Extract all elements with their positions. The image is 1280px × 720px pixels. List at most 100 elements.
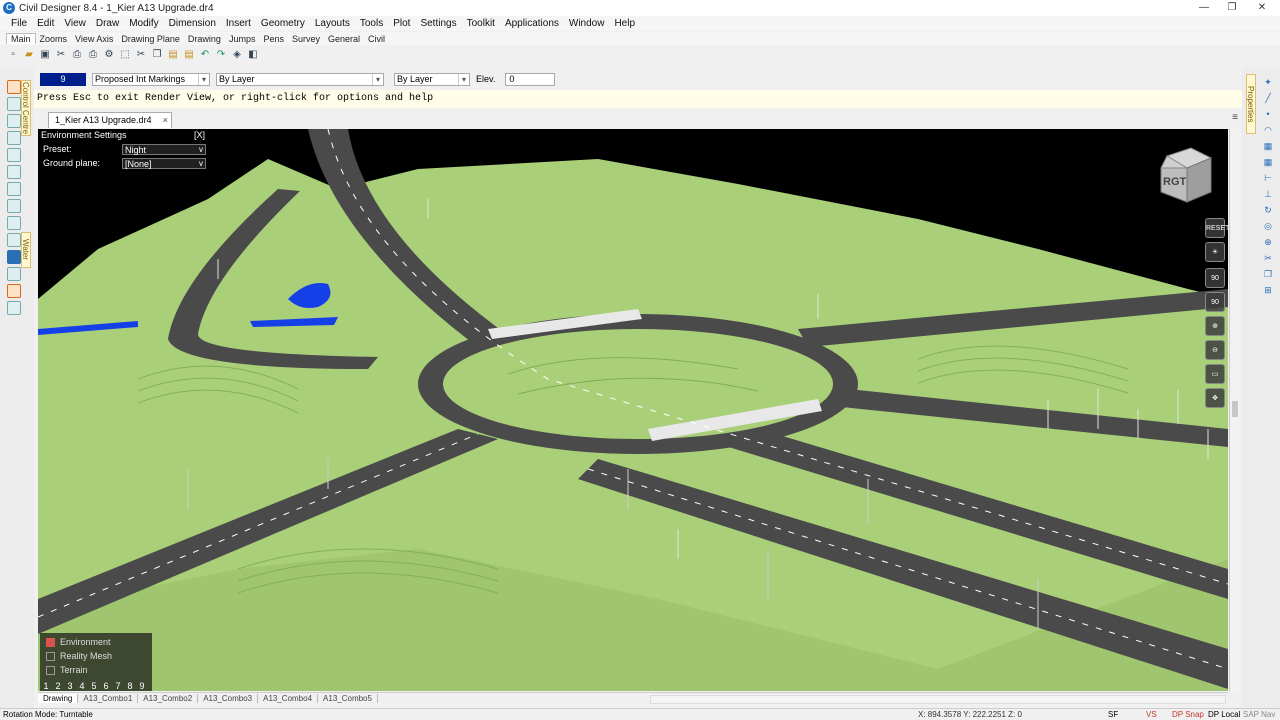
- menu-edit[interactable]: Edit: [32, 18, 59, 29]
- control-centre-tab[interactable]: Control Centre: [21, 80, 31, 136]
- tab-general[interactable]: General: [324, 34, 364, 44]
- grid-icon-2[interactable]: ▦: [1262, 156, 1274, 168]
- preset-select[interactable]: Night v: [122, 144, 206, 155]
- tool-teal-icon-4[interactable]: [7, 148, 21, 162]
- layer-terrain[interactable]: Terrain: [46, 665, 88, 677]
- menu-layouts[interactable]: Layouts: [310, 18, 355, 29]
- measure-icon[interactable]: ⊢: [1262, 172, 1274, 184]
- open-folder-icon[interactable]: ▰: [22, 48, 36, 62]
- menu-window[interactable]: Window: [564, 18, 610, 29]
- tool-teal-icon-5[interactable]: [7, 165, 21, 179]
- sun-icon[interactable]: ☀: [1205, 242, 1225, 262]
- layer-number-field[interactable]: 9: [40, 72, 86, 86]
- checkbox[interactable]: [46, 666, 55, 676]
- sheet-tab-combo1[interactable]: A13_Combo1: [78, 694, 139, 703]
- tool-teal-icon-6[interactable]: [7, 182, 21, 196]
- minimize-button[interactable]: —: [1190, 0, 1218, 16]
- tab-pens[interactable]: Pens: [259, 34, 288, 44]
- layer-reality-mesh[interactable]: Reality Mesh: [46, 651, 112, 663]
- circle-icon[interactable]: ◎: [1262, 220, 1274, 232]
- copy-icon[interactable]: ❐: [1262, 268, 1274, 280]
- tab-zooms[interactable]: Zooms: [36, 34, 72, 44]
- sheet-tab-combo2[interactable]: A13_Combo2: [138, 694, 199, 703]
- target-icon[interactable]: ⊕: [1262, 236, 1274, 248]
- status-sap-nav[interactable]: SAP Nav: [1243, 710, 1275, 719]
- properties-icon[interactable]: ◧: [246, 48, 260, 62]
- print-icon[interactable]: ⎙: [86, 48, 100, 62]
- snap-icon[interactable]: ✦: [1262, 76, 1274, 88]
- horizontal-scrollbar[interactable]: [650, 695, 1226, 704]
- tab-drawing-plane[interactable]: Drawing Plane: [117, 34, 184, 44]
- tool-teal-icon-10[interactable]: [7, 267, 21, 281]
- sheet-tab-drawing[interactable]: Drawing: [38, 694, 79, 703]
- elev-input[interactable]: 0: [505, 72, 556, 86]
- line-icon[interactable]: ╱: [1262, 92, 1274, 104]
- paste-icon[interactable]: ▤: [166, 48, 180, 62]
- menu-view[interactable]: View: [59, 18, 91, 29]
- menu-settings[interactable]: Settings: [415, 18, 461, 29]
- tool-orange-icon-2[interactable]: [7, 284, 21, 298]
- layer-environment[interactable]: Environment: [46, 637, 111, 649]
- grid-icon[interactable]: ▦: [1262, 140, 1274, 152]
- sheet-tab-combo5[interactable]: A13_Combo5: [318, 694, 378, 703]
- tool-teal-icon-2[interactable]: [7, 114, 21, 128]
- tab-civil[interactable]: Civil: [364, 34, 389, 44]
- new-file-icon[interactable]: ▫: [6, 48, 20, 62]
- page-1[interactable]: 1: [40, 681, 52, 691]
- page-7[interactable]: 7: [112, 681, 124, 691]
- page-2[interactable]: 2: [52, 681, 64, 691]
- environment-panel-close[interactable]: [X]: [194, 130, 205, 140]
- tool-teal-icon-9[interactable]: [7, 233, 21, 247]
- maximize-button[interactable]: ❐: [1218, 0, 1246, 16]
- pan-icon[interactable]: ▭: [1205, 364, 1225, 384]
- layer-select[interactable]: Proposed Int Markings ▾: [92, 72, 210, 86]
- reset-view-button[interactable]: RESET: [1205, 218, 1229, 238]
- layers-icon[interactable]: ◈: [230, 48, 244, 62]
- save-icon[interactable]: ▣: [38, 48, 52, 62]
- menu-toolkit[interactable]: Toolkit: [462, 18, 500, 29]
- offset-icon[interactable]: ⊥: [1262, 188, 1274, 200]
- menu-draw[interactable]: Draw: [91, 18, 124, 29]
- menu-modify[interactable]: Modify: [124, 18, 163, 29]
- page-8[interactable]: 8: [124, 681, 136, 691]
- redo-icon[interactable]: ↷: [214, 48, 228, 62]
- tool-teal-icon-11[interactable]: [7, 301, 21, 315]
- sheet-tab-combo4[interactable]: A13_Combo4: [258, 694, 319, 703]
- pen-select[interactable]: By Layer ▾: [216, 72, 384, 86]
- rotate-icon[interactable]: ↻: [1262, 204, 1274, 216]
- trim-icon[interactable]: ✂: [1262, 252, 1274, 264]
- zoom-in-icon[interactable]: ⊕: [1205, 316, 1225, 336]
- vertical-scrollbar[interactable]: [1229, 129, 1240, 691]
- menu-dimension[interactable]: Dimension: [164, 18, 221, 29]
- close-button[interactable]: ✕: [1248, 0, 1276, 16]
- view-cube[interactable]: RGT: [1157, 146, 1213, 206]
- undo-icon[interactable]: ↶: [198, 48, 212, 62]
- point-icon[interactable]: •: [1262, 108, 1274, 120]
- tool-teal-icon[interactable]: [7, 97, 21, 111]
- cut-icon-2[interactable]: ✂: [134, 48, 148, 62]
- linetype-select[interactable]: By Layer ▾: [394, 72, 470, 86]
- tab-main[interactable]: Main: [6, 33, 36, 44]
- rotate-90-button[interactable]: 90: [1205, 268, 1225, 288]
- page-5[interactable]: 5: [88, 681, 100, 691]
- select-icon[interactable]: ⬚: [118, 48, 132, 62]
- status-vs[interactable]: VS: [1146, 710, 1157, 719]
- cut-icon[interactable]: ✂: [54, 48, 68, 62]
- tab-jumps[interactable]: Jumps: [225, 34, 260, 44]
- status-dp-snap[interactable]: DP Snap: [1172, 710, 1204, 719]
- menu-icon[interactable]: ≡: [1232, 112, 1238, 123]
- page-4[interactable]: 4: [76, 681, 88, 691]
- checkbox[interactable]: [46, 652, 55, 662]
- menu-geometry[interactable]: Geometry: [256, 18, 310, 29]
- document-tab[interactable]: 1_Kier A13 Upgrade.dr4 ×: [48, 112, 172, 128]
- checkbox-checked[interactable]: [46, 638, 55, 648]
- page-3[interactable]: 3: [64, 681, 76, 691]
- scrollbar-thumb[interactable]: [1232, 401, 1238, 417]
- orbit-icon[interactable]: ✥: [1205, 388, 1225, 408]
- tool-teal-icon-7[interactable]: [7, 199, 21, 213]
- sheet-tab-combo3[interactable]: A13_Combo3: [198, 694, 259, 703]
- tab-drawing[interactable]: Drawing: [184, 34, 225, 44]
- settings-icon[interactable]: ⚙: [102, 48, 116, 62]
- close-icon[interactable]: ×: [163, 113, 168, 128]
- tool-teal-icon-8[interactable]: [7, 216, 21, 230]
